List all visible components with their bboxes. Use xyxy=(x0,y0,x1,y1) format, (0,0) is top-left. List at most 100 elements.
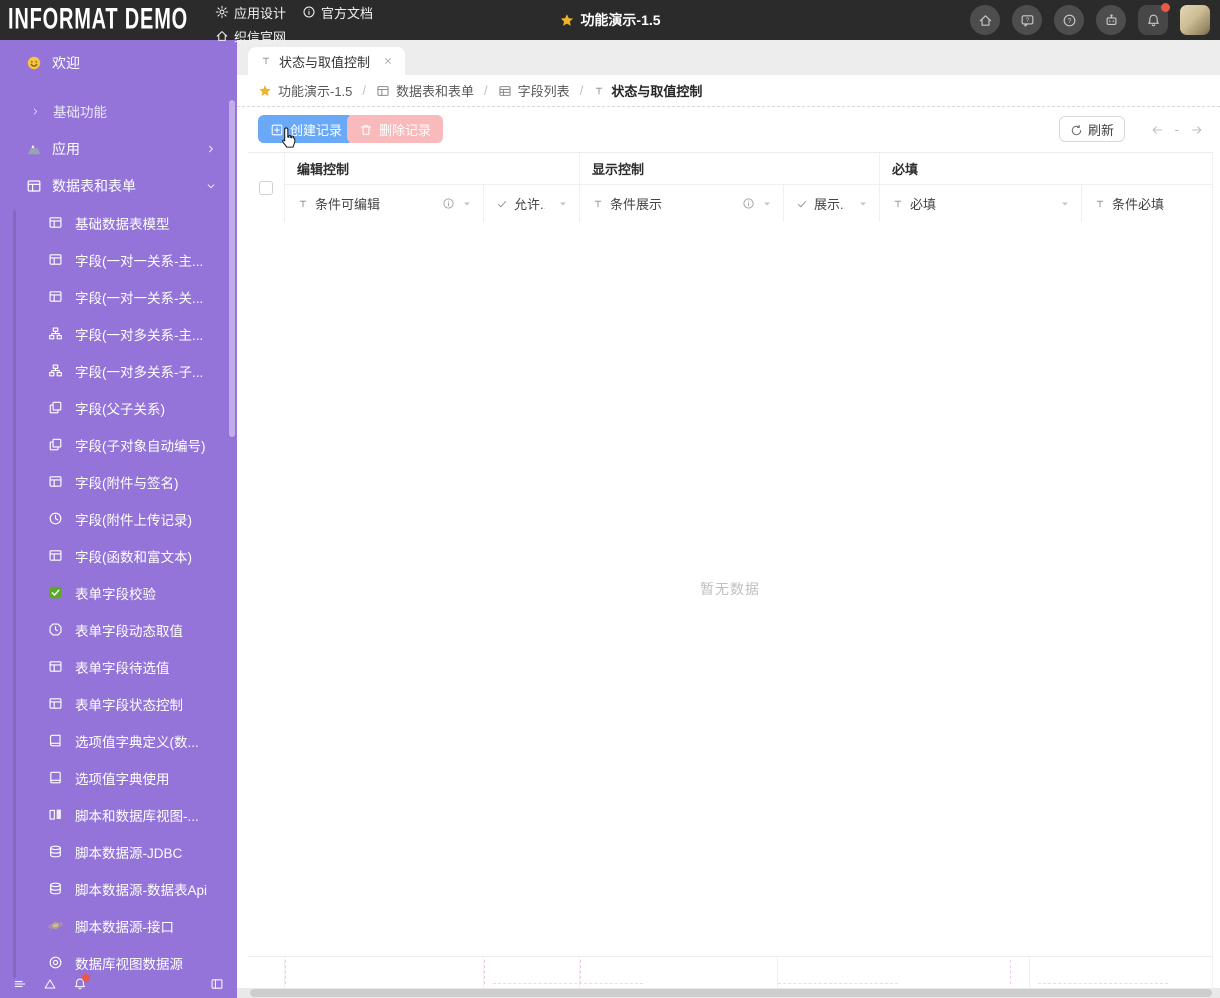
sidebar-item-label: 脚本数据源-接口 xyxy=(75,919,174,935)
topbar-nav-official-docs[interactable]: 官方文档 xyxy=(302,0,373,24)
topbar-nav-zhixin-website[interactable]: 织信官网 xyxy=(215,24,286,48)
sidebar-item[interactable]: 字段(子对象自动编号) xyxy=(0,426,237,463)
sidebar-item-label: 字段(一对多关系-主... xyxy=(75,327,204,343)
sidebar-item[interactable]: 脚本和数据库视图-... xyxy=(0,796,237,833)
sidebar: 欢迎基础功能应用数据表和表单 基础数据表模型字段(一对一关系-主... 字段(一对… xyxy=(0,40,237,998)
breadcrumb-item[interactable]: 字段列表 xyxy=(498,81,570,100)
column-group-header: 必填 xyxy=(880,153,1213,185)
footer-dash-mark xyxy=(580,960,581,984)
caret-icon xyxy=(464,202,470,205)
breadcrumb-item[interactable]: 数据表和表单 xyxy=(376,81,474,100)
sidebar-item-tables-and-forms[interactable]: 数据表和表单 xyxy=(0,172,237,200)
sidebar-item-label: 字段(附件与签名) xyxy=(75,475,179,491)
sidebar-item[interactable]: 表单字段状态控制 xyxy=(0,685,237,722)
text-icon xyxy=(1096,200,1104,207)
sidebar-item[interactable]: 表单字段动态取值 xyxy=(0,611,237,648)
sidebar-item-basic-functions[interactable]: 基础功能 xyxy=(0,98,237,124)
column-filter-button[interactable] xyxy=(857,198,869,210)
footer-dash-mark xyxy=(1010,960,1011,984)
arrow-left-icon xyxy=(1152,125,1162,134)
column-header[interactable]: 展示... xyxy=(784,185,880,223)
column-filter-button[interactable] xyxy=(461,198,473,210)
group-label: 必填 xyxy=(892,162,919,177)
sidebar-item[interactable]: 基础数据表模型 xyxy=(0,204,237,241)
sidebar-item[interactable]: 脚本数据源-数据表Api xyxy=(0,870,237,907)
topbar-nav-app-design[interactable]: 应用设计 xyxy=(215,0,286,24)
sidebar-item[interactable]: 脚本数据源-JDBC xyxy=(0,833,237,870)
sidebar-item-welcome[interactable]: 欢迎 xyxy=(0,48,237,78)
gear-icon xyxy=(215,5,229,19)
copy-icon xyxy=(49,401,62,414)
nav-label: 应用设计 xyxy=(234,5,287,21)
sidebar-item[interactable]: 字段(父子关系) xyxy=(0,389,237,426)
tab-close-button[interactable] xyxy=(383,56,393,66)
sidebar-item[interactable]: 字段(一对一关系-关... xyxy=(0,278,237,315)
sidebar-notifications-button[interactable] xyxy=(73,974,90,991)
sidebar-menu-button[interactable] xyxy=(13,977,27,991)
column-header[interactable]: 条件可编辑 xyxy=(285,185,484,223)
app-logo: INFORMAT DEMO xyxy=(8,2,189,36)
next-page-button[interactable] xyxy=(1190,123,1204,137)
column-group-row: 编辑控制 显示控制 必填 xyxy=(285,153,1213,185)
column-filter-button[interactable] xyxy=(761,198,773,210)
sidebar-item[interactable]: 表单字段待选值 xyxy=(0,648,237,685)
sidebar-item[interactable]: 表单字段校验 xyxy=(0,574,237,611)
prev-page-button[interactable] xyxy=(1150,123,1164,137)
group-label: 编辑控制 xyxy=(297,162,350,177)
select-all-checkbox[interactable] xyxy=(259,180,273,195)
delete-record-button[interactable]: 删除记录 xyxy=(347,115,444,143)
notification-badge xyxy=(82,974,90,982)
app-title: 功能演示-1.5 xyxy=(559,0,661,40)
sidebar-item[interactable]: 字段(附件上传记录) xyxy=(0,500,237,537)
column-info-button[interactable] xyxy=(442,197,455,210)
create-record-button[interactable]: 创建记录 xyxy=(258,115,355,143)
column-filter-button[interactable] xyxy=(557,198,569,210)
column-header[interactable]: 必填 xyxy=(880,185,1082,223)
horizontal-scrollbar-thumb[interactable] xyxy=(250,989,1212,997)
book-blank-icon xyxy=(50,771,61,784)
sidebar-alerts-button[interactable] xyxy=(43,977,57,991)
sidebar-item-label: 字段(一对一关系-主... xyxy=(75,253,204,269)
refresh-button[interactable]: 刷新 xyxy=(1058,116,1125,142)
menu-lines-icon xyxy=(14,981,26,987)
topbar-help-button[interactable]: ? xyxy=(1054,5,1084,35)
sidebar-sub-items: 基础数据表模型字段(一对一关系-主... 字段(一对一关系-关... 字段(一对多关… xyxy=(0,204,237,981)
breadcrumb-item[interactable]: 功能演示-1.5 xyxy=(258,81,352,100)
sidebar-item[interactable]: 选项值字典使用 xyxy=(0,759,237,796)
tab-label: 状态与取值控制 xyxy=(279,54,371,70)
app-title-label: 功能演示-1.5 xyxy=(580,12,661,28)
tab-status-value-control[interactable]: 状态与取值控制 xyxy=(248,47,406,75)
sidebar-scrollbar[interactable] xyxy=(229,100,235,437)
footer-dash-mark xyxy=(1038,983,1168,984)
refresh-icon xyxy=(1070,121,1083,136)
column-filter-button[interactable] xyxy=(1059,198,1071,210)
topbar-feedback-button[interactable]: ? xyxy=(1012,5,1042,35)
home-icon xyxy=(216,31,228,41)
sidebar-item-label: 表单字段待选值 xyxy=(75,660,170,676)
breadcrumb-item[interactable]: 状态与取值控制 xyxy=(593,81,702,100)
trash-icon xyxy=(359,121,373,137)
column-header[interactable]: 条件必填 xyxy=(1082,185,1213,223)
text-icon xyxy=(262,57,270,65)
sidebar-item-label: 基础数据表模型 xyxy=(75,216,170,232)
topbar-home-button[interactable] xyxy=(970,5,1000,35)
user-avatar[interactable] xyxy=(1180,5,1210,35)
close-icon xyxy=(385,58,391,64)
column-header[interactable]: 条件展示 xyxy=(580,185,784,223)
sidebar-item[interactable]: 字段(一对多关系-主... xyxy=(0,315,237,352)
sidebar-item[interactable]: 字段(附件与签名) xyxy=(0,463,237,500)
column-header[interactable]: 允许... xyxy=(484,185,580,223)
breadcrumb-separator: / xyxy=(484,83,488,98)
sidebar-collapse-sidebar-button[interactable] xyxy=(210,977,224,991)
topbar-notifications-button[interactable] xyxy=(1138,3,1170,35)
breadcrumb-label: 状态与取值控制 xyxy=(611,84,703,99)
sidebar-item[interactable]: 字段(函数和富文本) xyxy=(0,537,237,574)
sidebar-item[interactable]: 选项值字典定义(数... xyxy=(0,722,237,759)
sidebar-item[interactable]: 字段(一对多关系-子... xyxy=(0,352,237,389)
sidebar-item[interactable]: 脚本数据源-接口 xyxy=(0,907,237,944)
sidebar-item-applications[interactable]: 应用 xyxy=(0,135,237,163)
column-info-button[interactable] xyxy=(742,197,755,210)
sidebar-item[interactable]: 字段(一对一关系-主... xyxy=(0,241,237,278)
nav-label: 官方文档 xyxy=(321,5,374,21)
topbar-assistant-button[interactable] xyxy=(1096,5,1126,35)
